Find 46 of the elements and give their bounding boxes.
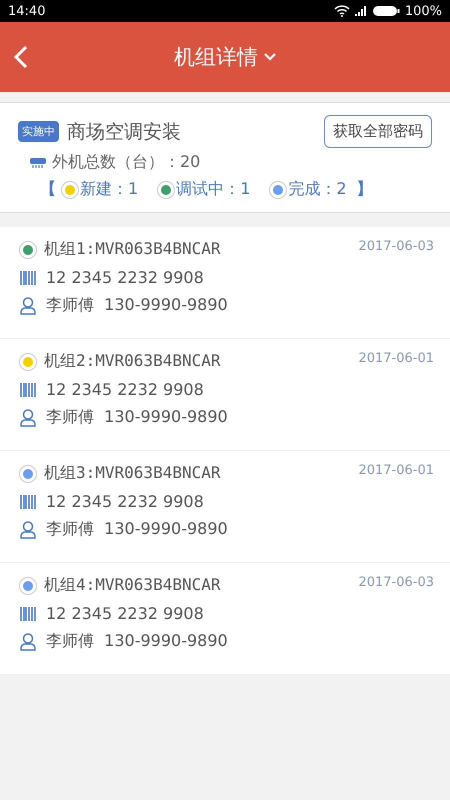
project-name: 商场空调安装	[67, 120, 181, 144]
person-icon	[20, 632, 36, 650]
person-icon	[20, 296, 36, 314]
unit-code: 12 2345 2232 9908	[46, 492, 204, 511]
barcode-icon	[20, 494, 36, 508]
unit-code: 12 2345 2232 9908	[46, 380, 204, 399]
unit-total: 外机总数（台）：20	[52, 152, 200, 173]
battery-level: 100%	[404, 4, 442, 18]
chevron-down-icon[interactable]	[264, 53, 276, 61]
unit-contact: 李师傅 130-9990-9890	[46, 631, 228, 652]
status-count: 完成：2	[288, 179, 347, 200]
barcode-icon	[20, 382, 36, 396]
unit-date: 2017-06-03	[358, 575, 434, 590]
unit-name: 机组1:MVR063B4BNCAR	[44, 239, 220, 260]
get-passwords-button[interactable]: 获取全部密码	[324, 115, 432, 148]
unit-item[interactable]: 机组3:MVR063B4BNCAR 2017-06-01 12 2345 2232 9908 李师傅 130-9990-9890	[0, 451, 450, 563]
back-icon[interactable]	[14, 45, 28, 69]
unit-contact: 李师傅 130-9990-9890	[46, 407, 228, 428]
unit-item[interactable]: 机组2:MVR063B4BNCAR 2017-06-01 12 2345 2232 9908 李师傅 130-9990-9890	[0, 339, 450, 451]
person-icon	[20, 408, 36, 426]
status-count: 调试中：1	[176, 179, 250, 200]
barcode-icon	[20, 270, 36, 284]
unit-name: 机组2:MVR063B4BNCAR	[44, 351, 220, 372]
unit-date: 2017-06-01	[358, 351, 434, 366]
status-badge: 实施中	[18, 121, 59, 142]
unit-code: 12 2345 2232 9908	[46, 604, 204, 623]
status-count: 新建：1	[80, 179, 138, 200]
status-time: 14:40	[8, 4, 46, 18]
unit-contact: 李师傅 130-9990-9890	[46, 519, 228, 540]
unit-name: 机组4:MVR063B4BNCAR	[44, 575, 220, 596]
unit-contact: 李师傅 130-9990-9890	[46, 295, 228, 316]
bracket: 【	[40, 179, 56, 200]
barcode-icon	[20, 606, 36, 620]
wifi-icon	[334, 5, 350, 17]
bracket: 】	[356, 179, 373, 200]
battery-icon	[372, 5, 400, 17]
unit-date: 2017-06-03	[358, 239, 434, 254]
unit-item[interactable]: 机组1:MVR063B4BNCAR 2017-06-03 12 2345 2232 9908 李师傅 130-9990-9890	[0, 227, 450, 339]
unit-name: 机组3:MVR063B4BNCAR	[44, 463, 220, 484]
page-title: 机组详情	[174, 44, 258, 71]
air-conditioner-icon	[30, 156, 46, 168]
signal-icon	[354, 6, 367, 16]
unit-date: 2017-06-01	[358, 463, 434, 478]
person-icon	[20, 520, 36, 538]
unit-code: 12 2345 2232 9908	[46, 268, 204, 287]
unit-item[interactable]: 机组4:MVR063B4BNCAR 2017-06-03 12 2345 2232 9908 李师傅 130-9990-9890	[0, 563, 450, 675]
